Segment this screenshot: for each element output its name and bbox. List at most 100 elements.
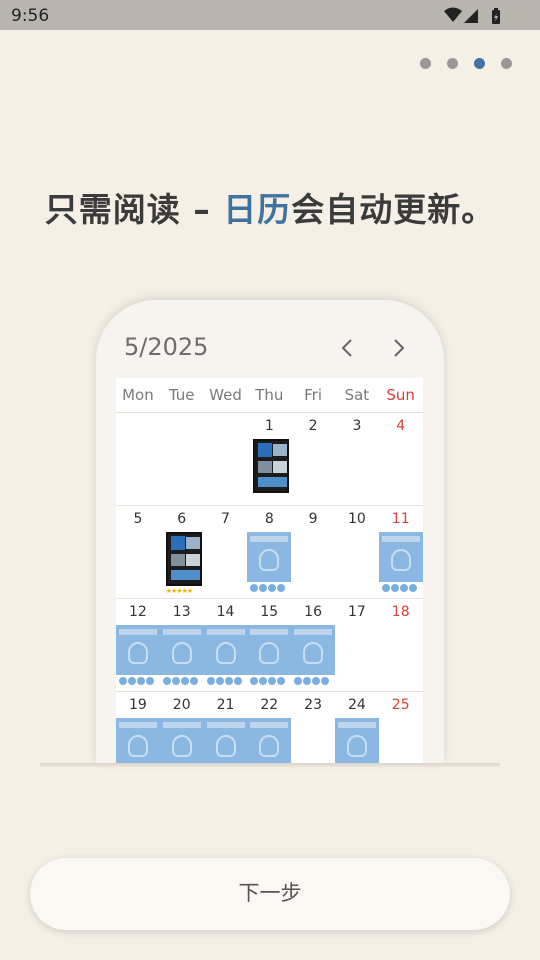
calendar-day[interactable]: 5: [116, 506, 160, 599]
reading-bubbles: [294, 677, 330, 685]
headline-part1: 只需阅读 –: [44, 190, 224, 229]
book-cover-thumbnail: [116, 718, 160, 764]
next-button[interactable]: 下一步: [30, 858, 510, 930]
page-dot: [501, 58, 512, 69]
day-number: 17: [347, 604, 366, 620]
day-number: 6: [177, 511, 187, 527]
day-number: 16: [304, 604, 322, 620]
headline-highlight: 日历: [223, 190, 292, 229]
status-icons: [444, 7, 504, 25]
page-dot: [447, 58, 458, 69]
calendar-day[interactable]: 16: [291, 599, 335, 692]
page-indicator: [420, 58, 512, 69]
calendar-preview-phone: 5/2025 Mon Tue Wed Thu Fri Sat Sun 1 2 3…: [96, 300, 444, 764]
day-number: 14: [216, 604, 235, 620]
status-bar: 9:56: [0, 0, 540, 30]
headline-part2: 会自动更新。: [291, 190, 496, 229]
book-cover-thumbnail: [253, 439, 290, 493]
calendar-day[interactable]: 14: [203, 599, 248, 692]
calendar-day[interactable]: 7: [204, 506, 248, 599]
page-dot-active: [474, 58, 485, 69]
calendar-day[interactable]: 11: [378, 506, 423, 599]
day-number: 12: [128, 604, 147, 620]
weekday-label: Fri: [304, 386, 323, 404]
day-number: 15: [260, 604, 279, 620]
calendar-day[interactable]: 20: [159, 692, 204, 764]
weekday-label: Thu: [255, 386, 284, 404]
book-cover-thumbnail: [247, 532, 292, 582]
book-cover-thumbnail: [291, 625, 335, 675]
calendar-day[interactable]: 6 ★★★★★: [160, 506, 204, 599]
book-cover-thumbnail: [159, 718, 204, 764]
book-cover-thumbnail: [335, 718, 379, 764]
calendar-day[interactable]: 18: [379, 599, 423, 692]
chevron-right-icon: [394, 339, 405, 357]
calendar-day[interactable]: 8: [247, 506, 292, 599]
calendar-day[interactable]: 1: [247, 413, 291, 506]
day-number: 8: [264, 511, 274, 527]
calendar-day[interactable]: 3: [335, 413, 379, 506]
book-cover-thumbnail: [116, 625, 160, 675]
calendar-day[interactable]: 9: [291, 506, 335, 599]
calendar-day[interactable]: 25: [379, 692, 423, 764]
rating-stars: ★★★★★: [165, 587, 193, 595]
day-number: 9: [308, 511, 318, 527]
day-number: 24: [347, 697, 366, 713]
day-number: 5: [133, 511, 143, 527]
book-cover-thumbnail: [203, 718, 248, 764]
calendar-day[interactable]: 17: [335, 599, 379, 692]
calendar-day[interactable]: 22: [247, 692, 292, 764]
book-cover-thumbnail: [159, 625, 204, 675]
reading-bubbles: [250, 584, 286, 592]
day-number: 20: [172, 697, 191, 713]
day-number: 21: [216, 697, 235, 713]
chevron-left-icon: [341, 339, 352, 357]
reading-bubbles: [119, 677, 154, 685]
calendar-day[interactable]: 21: [203, 692, 248, 764]
book-cover-thumbnail: [247, 625, 292, 675]
calendar-day[interactable]: 13: [159, 599, 204, 692]
page-dot: [420, 58, 431, 69]
day-number: 1: [264, 418, 274, 434]
weekday-label: Sun: [386, 386, 415, 404]
calendar-day[interactable]: 12: [116, 599, 160, 692]
day-number: 25: [391, 697, 410, 713]
weekday-label: Wed: [209, 386, 242, 404]
wifi-icon: [444, 7, 462, 22]
calendar-day[interactable]: 10: [335, 506, 379, 599]
day-number: 13: [172, 604, 191, 620]
reading-bubbles: [250, 677, 286, 685]
battery-icon: [492, 8, 500, 24]
weekday-label: Tue: [168, 386, 195, 404]
weekday-label: Mon: [122, 386, 154, 404]
book-cover-thumbnail: [165, 532, 202, 586]
month-label: 5/2025: [124, 333, 209, 361]
calendar-week: 12 13 14 15 16 17 18: [116, 599, 423, 692]
phone-base-shadow: [40, 763, 500, 767]
calendar-day[interactable]: 23: [291, 692, 335, 764]
calendar-week: 1 2 3 4: [116, 413, 423, 506]
day-number: 19: [128, 697, 147, 713]
day-number: 10: [347, 511, 366, 527]
reading-bubbles: [381, 584, 417, 592]
calendar-grid: Mon Tue Wed Thu Fri Sat Sun 1 2 3 4 5 6 …: [116, 378, 423, 764]
weekday-label: Sat: [344, 386, 370, 404]
day-number: 2: [308, 418, 318, 434]
onboarding-headline: 只需阅读 – 日历会自动更新。: [0, 183, 540, 231]
calendar-day[interactable]: 24: [335, 692, 379, 764]
day-number: 7: [221, 511, 230, 527]
book-cover-thumbnail: [247, 718, 292, 764]
calendar-week: 19 20 21 22 23 24 25: [116, 692, 423, 764]
day-number: 3: [352, 418, 362, 434]
status-time: 9:56: [11, 6, 50, 26]
book-cover-thumbnail: [203, 625, 248, 675]
calendar-day[interactable]: 19: [116, 692, 160, 764]
day-number: 18: [391, 604, 410, 620]
day-number: 22: [260, 697, 279, 713]
calendar-week: 5 6 ★★★★★ 7 8 9 10 11: [116, 506, 423, 599]
calendar-day[interactable]: 4: [379, 413, 423, 506]
calendar-day[interactable]: 2: [291, 413, 335, 506]
reading-bubbles: [162, 677, 198, 685]
calendar-day[interactable]: 15: [247, 599, 292, 692]
day-number: 11: [391, 511, 410, 527]
